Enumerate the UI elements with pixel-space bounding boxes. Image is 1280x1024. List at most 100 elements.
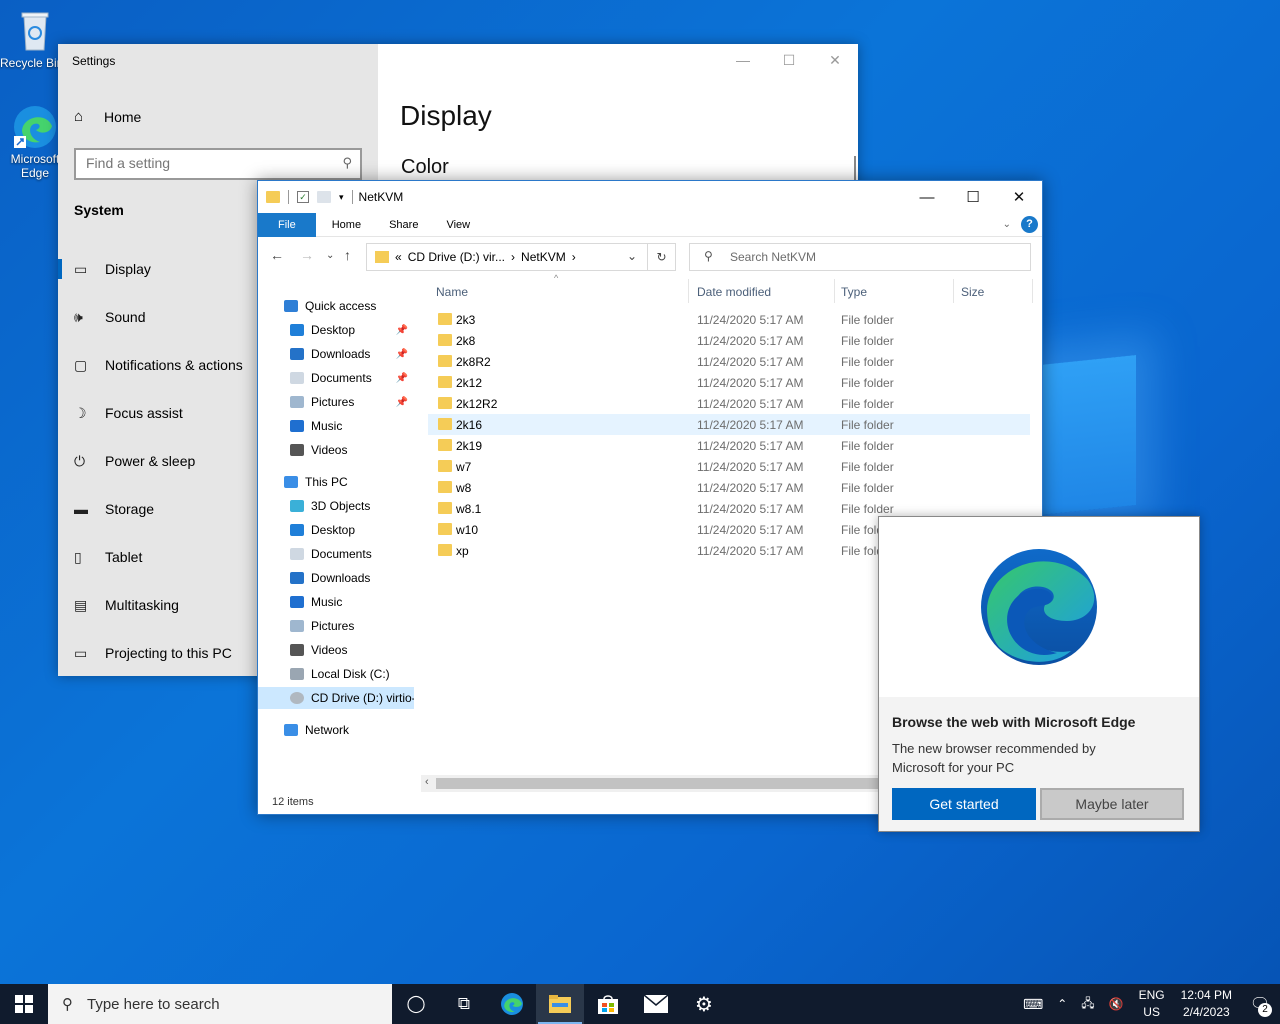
input-language[interactable]: ENG US — [1139, 987, 1165, 1021]
task-view-button[interactable]: ⧉ — [440, 984, 488, 1024]
pictures-icon — [290, 396, 304, 408]
folder-icon — [266, 191, 280, 203]
get-started-button[interactable]: Get started — [892, 788, 1036, 820]
action-center-button[interactable]: 🗨 2 — [1240, 984, 1280, 1024]
volume-muted-icon[interactable]: 🔇 — [1109, 997, 1124, 1011]
start-button[interactable] — [0, 984, 48, 1024]
file-date-modified: 11/24/2020 5:17 AM — [697, 418, 804, 432]
nav-tree-item-videos[interactable]: Videos — [258, 639, 414, 661]
nav-tree-item-videos[interactable]: Videos — [258, 439, 414, 461]
back-arrow-icon[interactable]: ← — [270, 247, 284, 263]
up-arrow-icon[interactable]: ↑ — [344, 247, 351, 263]
network-icon — [284, 724, 298, 736]
clock[interactable]: 12:04 PM 2/4/2023 — [1181, 987, 1232, 1021]
nav-tree-item-downloads[interactable]: Downloads — [258, 567, 414, 589]
keyboard-layout: US — [1143, 1005, 1160, 1019]
documents-icon — [290, 548, 304, 560]
recent-locations-icon[interactable]: ⌄ — [326, 250, 334, 261]
find-setting-placeholder: Find a setting — [86, 155, 171, 171]
pin-icon[interactable]: 📌 — [396, 373, 408, 384]
forward-arrow-icon[interactable]: → — [300, 247, 314, 263]
nav-tree-item-desktop[interactable]: Desktop — [258, 519, 414, 541]
file-row[interactable]: w8 11/24/2020 5:17 AM File folder — [428, 477, 1030, 498]
nav-tree-item-local-disk-c[interactable]: Local Disk (C:) — [258, 663, 414, 685]
column-type[interactable]: Type — [841, 285, 867, 299]
address-overflow[interactable]: « — [395, 250, 402, 264]
file-date-modified: 11/24/2020 5:17 AM — [697, 334, 804, 348]
file-row[interactable]: w7 11/24/2020 5:17 AM File folder — [428, 456, 1030, 477]
nav-tree-item-cd-drive-d-virtio[interactable]: CD Drive (D:) virtio- — [258, 687, 414, 709]
nav-tree-item-documents[interactable]: Documents — [258, 543, 414, 565]
nav-tree-item-this-pc[interactable]: This PC — [258, 471, 414, 493]
chevron-right-icon[interactable]: › — [572, 250, 576, 264]
scroll-left-icon[interactable]: ‹ — [425, 776, 429, 788]
tab-view[interactable]: View — [432, 213, 484, 237]
maybe-later-button[interactable]: Maybe later — [1040, 788, 1184, 820]
maximize-button[interactable]: ☐ — [950, 181, 996, 213]
desktop-icon — [290, 524, 304, 536]
column-name[interactable]: Name — [436, 285, 468, 299]
nav-tree-item-pictures[interactable]: Pictures 📌 — [258, 391, 414, 413]
scrollbar-thumb[interactable] — [436, 778, 896, 789]
maximize-button[interactable]: ☐ — [766, 44, 812, 76]
properties-icon[interactable]: ✓ — [297, 191, 309, 203]
address-row: ← → ⌄ ↑ « CD Drive (D:) vir... › NetKVM … — [258, 241, 1042, 273]
find-setting-input[interactable]: Find a setting ⚲ — [74, 148, 362, 180]
chevron-up-icon[interactable]: ⌃ — [1057, 997, 1067, 1011]
tab-home[interactable]: Home — [318, 213, 375, 237]
file-row[interactable]: 2k12R2 11/24/2020 5:17 AM File folder — [428, 393, 1030, 414]
pin-icon[interactable]: 📌 — [396, 325, 408, 336]
file-row[interactable]: 2k8R2 11/24/2020 5:17 AM File folder — [428, 351, 1030, 372]
close-button[interactable]: ✕ — [812, 44, 858, 76]
customize-toolbar-icon[interactable]: ▾ — [339, 192, 344, 203]
breadcrumb-netkvm[interactable]: NetKVM — [521, 250, 566, 264]
network-status-icon[interactable]: 🖧 — [1081, 994, 1094, 1015]
new-folder-icon[interactable] — [317, 191, 331, 203]
column-size[interactable]: Size — [961, 285, 984, 299]
nav-tree-item-music[interactable]: Music — [258, 415, 414, 437]
minimize-button[interactable]: — — [720, 44, 766, 76]
close-button[interactable]: ✕ — [996, 181, 1042, 213]
search-input[interactable]: ⚲ Search NetKVM — [689, 243, 1031, 271]
minimize-button[interactable]: — — [904, 181, 950, 213]
nav-tree-item-network[interactable]: Network — [258, 719, 414, 741]
breadcrumb-cd-drive[interactable]: CD Drive (D:) vir... — [408, 250, 505, 264]
chevron-right-icon[interactable]: › — [511, 250, 515, 264]
pin-icon[interactable]: 📌 — [396, 397, 408, 408]
taskbar-file-explorer[interactable] — [536, 984, 584, 1024]
taskbar-edge[interactable] — [488, 984, 536, 1024]
nav-tree-item-downloads[interactable]: Downloads 📌 — [258, 343, 414, 365]
file-row[interactable]: 2k16 11/24/2020 5:17 AM File folder — [428, 414, 1030, 435]
expand-ribbon-icon[interactable]: ⌄ — [1003, 219, 1011, 230]
sidebar-item-label: Tablet — [105, 549, 143, 565]
nav-tree-item-documents[interactable]: Documents 📌 — [258, 367, 414, 389]
keyboard-icon[interactable]: ⌨ — [1023, 996, 1043, 1013]
address-bar[interactable]: « CD Drive (D:) vir... › NetKVM › ⌄ ↻ — [366, 243, 676, 271]
music-icon — [290, 596, 304, 608]
chevron-down-icon[interactable]: ⌄ — [627, 249, 637, 263]
nav-tree-item-quick-access[interactable]: Quick access — [258, 295, 414, 317]
file-date-modified: 11/24/2020 5:17 AM — [697, 355, 804, 369]
file-row[interactable]: 2k3 11/24/2020 5:17 AM File folder — [428, 309, 1030, 330]
settings-home-link[interactable]: ⌂ Home — [74, 108, 141, 125]
file-row[interactable]: 2k12 11/24/2020 5:17 AM File folder — [428, 372, 1030, 393]
tab-share[interactable]: Share — [375, 213, 432, 237]
file-name: 2k19 — [456, 439, 483, 453]
nav-tree-item-3d-objects[interactable]: 3D Objects — [258, 495, 414, 517]
nav-tree-item-music[interactable]: Music — [258, 591, 414, 613]
nav-tree-item-pictures[interactable]: Pictures — [258, 615, 414, 637]
taskbar-mail[interactable] — [632, 984, 680, 1024]
nav-tree-item-desktop[interactable]: Desktop 📌 — [258, 319, 414, 341]
taskbar-search-box[interactable]: ⚲ Type here to search — [48, 984, 392, 1024]
pin-icon[interactable]: 📌 — [396, 349, 408, 360]
refresh-icon[interactable]: ↻ — [647, 244, 675, 270]
taskbar-settings[interactable]: ⚙ — [680, 984, 728, 1024]
file-row[interactable]: 2k19 11/24/2020 5:17 AM File folder — [428, 435, 1030, 456]
taskbar-store[interactable] — [584, 984, 632, 1024]
help-icon[interactable]: ? — [1021, 216, 1038, 233]
tab-file[interactable]: File — [258, 212, 316, 237]
column-date-modified[interactable]: Date modified — [697, 285, 771, 299]
file-row[interactable]: 2k8 11/24/2020 5:17 AM File folder — [428, 330, 1030, 351]
folder-icon — [438, 502, 452, 514]
cortana-button[interactable]: ◯ — [392, 984, 440, 1024]
